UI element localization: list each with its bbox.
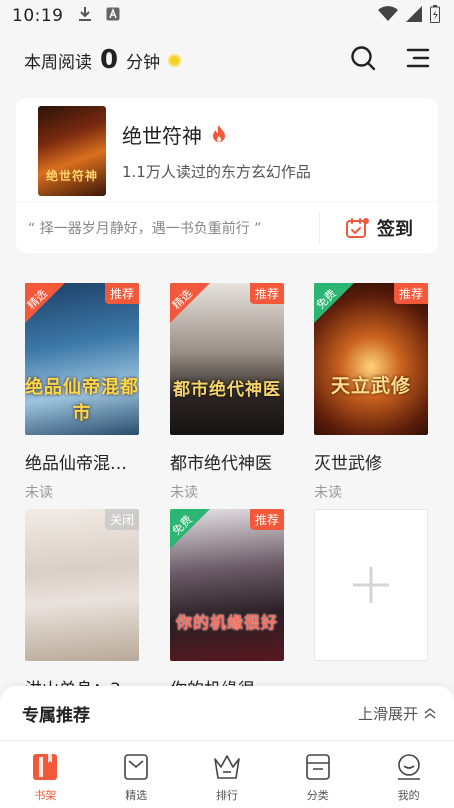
featured-title: 绝世符神 xyxy=(122,123,202,148)
wifi-icon xyxy=(378,6,398,26)
weekly-minutes: 0 xyxy=(100,45,119,75)
nav-label: 排行 xyxy=(215,789,238,802)
category-icon xyxy=(305,754,330,780)
nav-category[interactable]: 分类 xyxy=(288,753,348,803)
plus-icon xyxy=(353,567,389,603)
nav-label: 精选 xyxy=(125,789,148,802)
weekly-prefix: 本周阅读 xyxy=(24,53,92,73)
closed-tag[interactable]: 关闭 xyxy=(104,509,139,530)
book-status: 未读 xyxy=(314,485,342,501)
recommend-tag: 推荐 xyxy=(249,509,284,530)
coin-icon xyxy=(168,53,182,67)
app-notification-icon xyxy=(106,7,120,25)
signal-icon xyxy=(406,6,422,26)
download-icon xyxy=(78,6,92,26)
status-bar: 10:19 xyxy=(0,0,454,32)
recommend-tag: 推荐 xyxy=(104,283,139,304)
book-title: 灭世武修 xyxy=(314,454,382,474)
search-icon[interactable] xyxy=(350,45,376,75)
add-book-button[interactable] xyxy=(314,509,428,661)
book-item[interactable]: 精选 推荐 都市绝代神医 都市绝代神医 未读 xyxy=(170,283,284,502)
expand-toggle[interactable]: 上滑展开 xyxy=(358,703,436,724)
nav-profile[interactable]: 我的 xyxy=(379,753,439,803)
weekly-suffix: 分钟 xyxy=(126,53,161,73)
book-cover: 免费 推荐 天立武修 xyxy=(314,283,428,435)
book-cover: 精选 推荐 绝品仙帝混都市 xyxy=(25,283,139,435)
quote-bar: “ 择一器岁月静好，遇一书负重前行 ” 签到 xyxy=(16,201,438,253)
profile-icon xyxy=(397,754,420,780)
book-status: 未读 xyxy=(25,485,53,501)
nav-label: 分类 xyxy=(306,789,329,802)
checkin-button[interactable]: 签到 xyxy=(320,215,438,241)
header: 本周阅读 0 分钟 xyxy=(0,40,454,80)
calendar-icon xyxy=(346,217,369,238)
nav-ranking[interactable]: 排行 xyxy=(197,753,257,803)
bookshelf-icon xyxy=(33,753,58,780)
book-title: 都市绝代神医 xyxy=(170,454,272,474)
exclusive-title: 专属推荐 xyxy=(22,705,90,726)
book-title: 绝品仙帝混… xyxy=(25,454,127,474)
menu-icon[interactable] xyxy=(406,47,430,73)
book-status: 未读 xyxy=(170,485,198,501)
nav-bookshelf[interactable]: 书架 xyxy=(15,753,75,803)
status-time: 10:19 xyxy=(12,6,64,26)
book-cover: 免费 推荐 你的机缘很好 xyxy=(170,509,284,661)
book-cover: 关闭 xyxy=(25,509,139,661)
fire-icon xyxy=(213,125,225,142)
featured-cover-title: 绝世符神 xyxy=(45,168,98,183)
cover-art-title: 都市绝代神医 xyxy=(173,380,281,400)
nav-label: 我的 xyxy=(397,789,420,802)
featured-icon xyxy=(124,754,148,780)
ranking-icon xyxy=(214,755,240,779)
weekly-reading: 本周阅读 0 分钟 xyxy=(24,45,182,75)
featured-subtitle: 1.1万人读过的东方玄幻作品 xyxy=(122,162,311,181)
checkin-label: 签到 xyxy=(377,218,413,240)
bottom-nav: 书架 精选 排行 分类 我的 xyxy=(0,740,454,808)
chevron-up-icon xyxy=(424,708,436,719)
book-item[interactable]: 关闭 洪山单身：3 xyxy=(25,509,139,700)
book-item[interactable]: 精选 推荐 绝品仙帝混都市 绝品仙帝混… 未读 xyxy=(25,283,139,502)
cover-art-title: 你的机缘很好 xyxy=(175,613,278,632)
expand-label: 上滑展开 xyxy=(357,704,418,723)
cover-art-title: 天立武修 xyxy=(330,375,411,397)
recommend-tag: 推荐 xyxy=(393,283,428,304)
book-item[interactable]: 免费 推荐 天立武修 灭世武修 未读 xyxy=(314,283,428,502)
featured-cover: 绝世符神 xyxy=(38,105,106,196)
exclusive-recommend-panel[interactable]: 专属推荐 上滑展开 xyxy=(0,686,454,740)
nav-label: 书架 xyxy=(34,789,57,802)
nav-featured[interactable]: 精选 xyxy=(106,753,166,803)
add-book-slot[interactable] xyxy=(314,509,428,661)
featured-book-card[interactable]: 绝世符神 绝世符神 1.1万人读过的东方玄幻作品 xyxy=(16,98,438,203)
daily-quote: “ 择一器岁月静好，遇一书负重前行 ” xyxy=(28,220,262,237)
book-item[interactable]: 免费 推荐 你的机缘很好 你的机缘很 xyxy=(170,509,284,700)
book-cover: 精选 推荐 都市绝代神医 xyxy=(170,283,284,435)
battery-icon xyxy=(430,5,440,27)
cover-art-title: 绝品仙帝混都市 xyxy=(25,377,139,424)
recommend-tag: 推荐 xyxy=(249,283,284,304)
